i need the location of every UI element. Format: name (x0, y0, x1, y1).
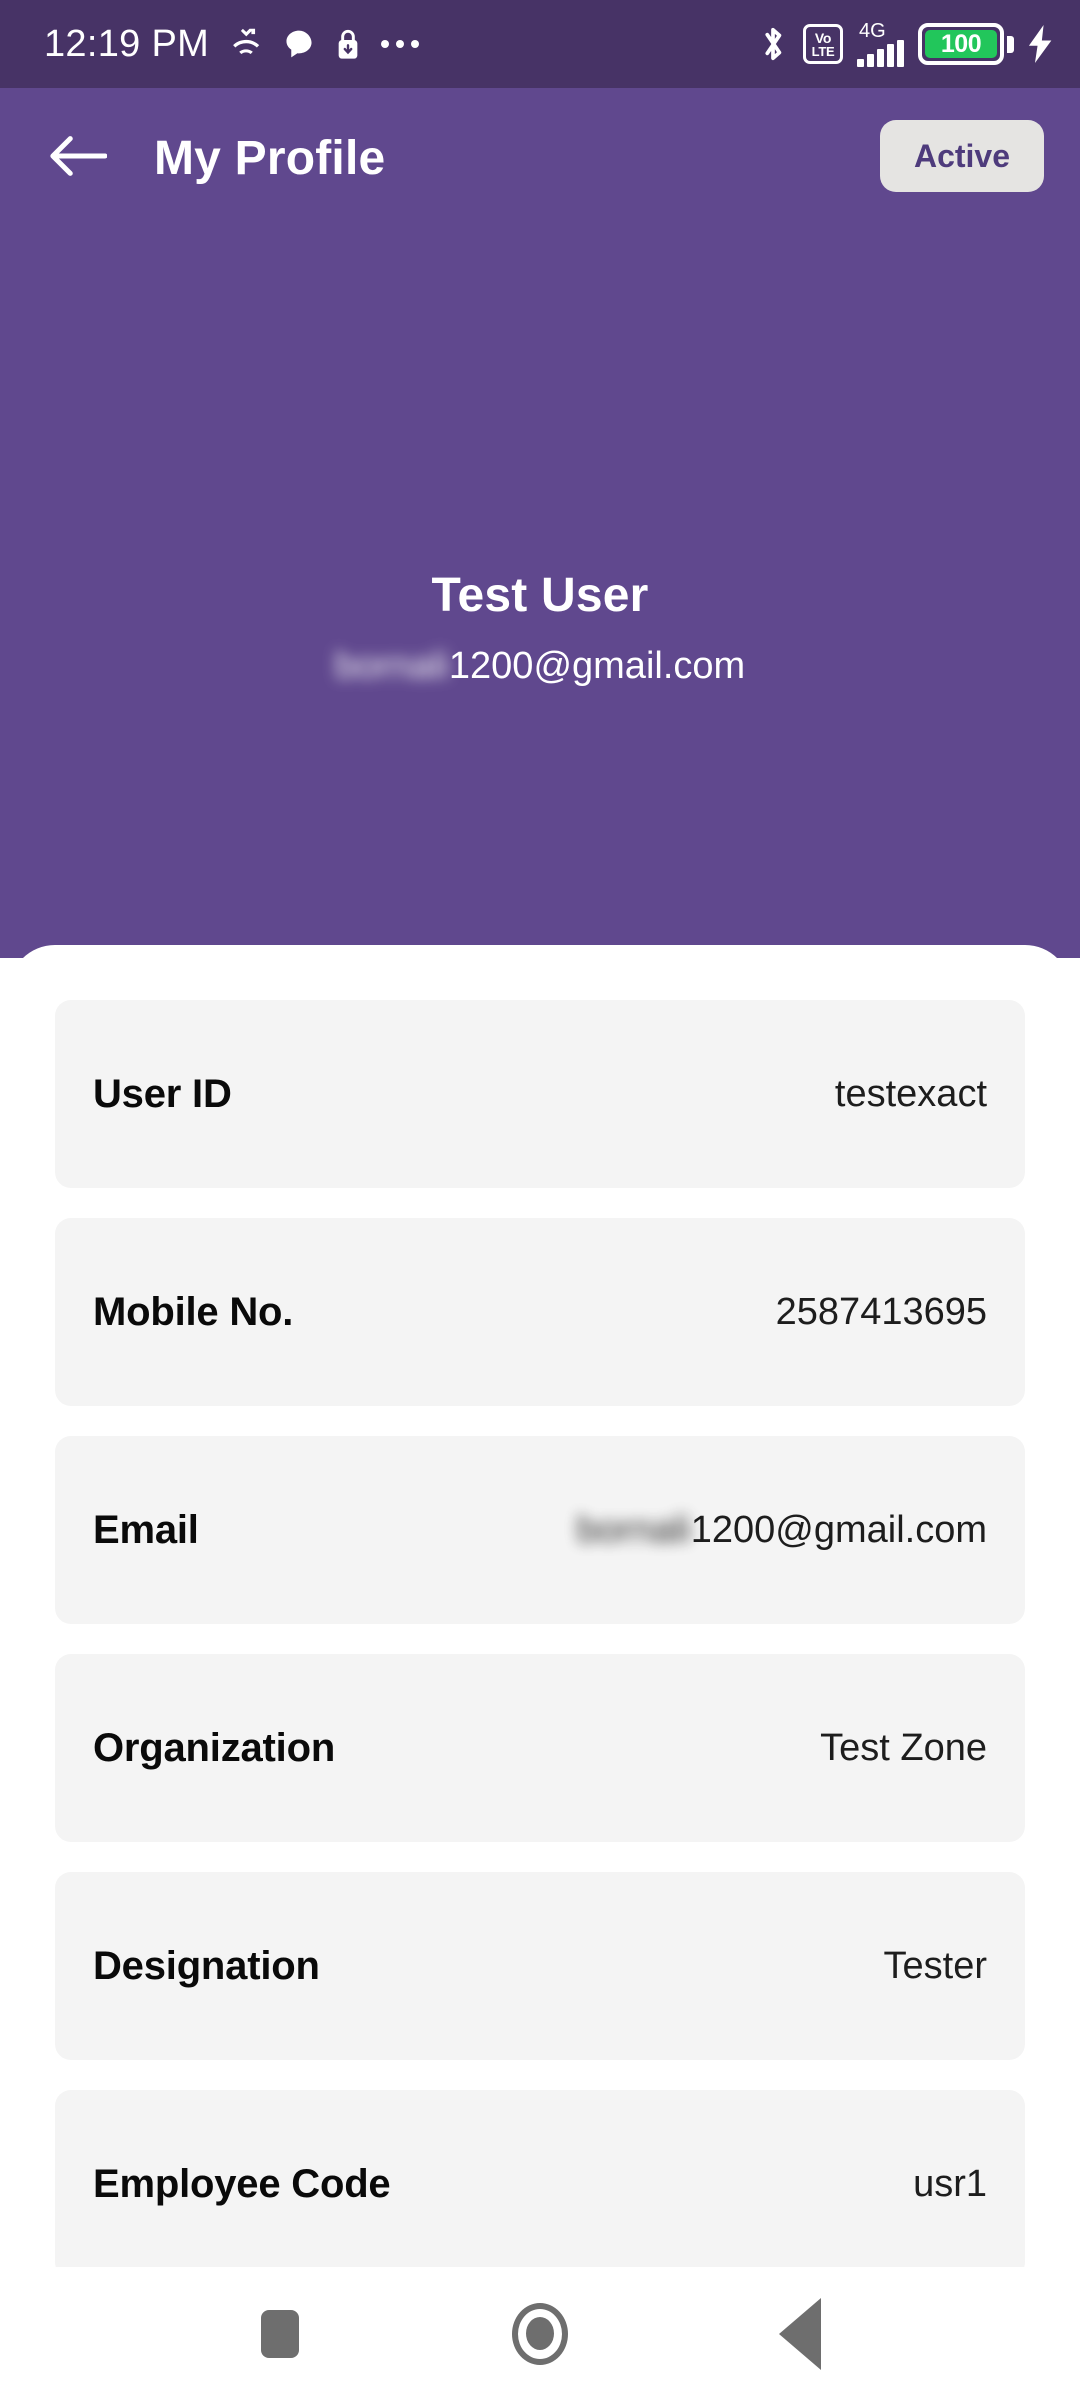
back-button[interactable] (38, 118, 118, 198)
detail-row: Mobile No. 2587413695 (55, 1218, 1025, 1406)
recents-button[interactable] (225, 2279, 335, 2389)
status-bar-left: 12:19 PM (44, 22, 420, 66)
detail-row-label: Employee Code (93, 2161, 391, 2206)
page-title: My Profile (154, 131, 386, 185)
overflow-dots-icon (381, 40, 420, 48)
profile-email-masked: bornali (334, 645, 449, 687)
detail-row-value: 2587413695 (775, 1290, 987, 1333)
detail-row-value: testexact (834, 1072, 987, 1115)
detail-row: User ID testexact (55, 1000, 1025, 1188)
chat-bubble-icon (283, 28, 315, 60)
circle-home-icon (512, 2302, 568, 2365)
status-bar-right: Vo LTE 4G 100 (757, 21, 1054, 67)
bluetooth-icon (757, 24, 789, 64)
profile-summary: Test User bornali 1200@gmail.com (0, 568, 1080, 688)
arrow-left-icon (49, 134, 108, 183)
missed-call-icon (229, 27, 263, 61)
detail-row: Email bornali 1200@gmail.com (55, 1436, 1025, 1624)
profile-email: bornali 1200@gmail.com (0, 645, 1080, 688)
network-4g-icon: 4G (857, 21, 904, 67)
status-bar: 12:19 PM Vo LTE 4G 100 (0, 0, 1080, 88)
status-badge[interactable]: Active (879, 120, 1044, 192)
android-navigation-bar (0, 2267, 1080, 2400)
detail-row-value-masked: bornali (576, 1508, 691, 1551)
detail-row-value-visible: 1200@gmail.com (690, 1508, 987, 1551)
app-bar: My Profile Active (0, 88, 1080, 228)
detail-row-value: usr1 (913, 2162, 987, 2205)
square-recents-icon (261, 2309, 299, 2358)
details-card-list: User ID testexact Mobile No. 2587413695 Emai… (9, 945, 1071, 2267)
detail-row-value: Test Zone (820, 1726, 987, 1769)
detail-row-label: Mobile No. (93, 1289, 294, 1334)
detail-row-label: Designation (93, 1943, 320, 1988)
charging-bolt-icon (1028, 25, 1054, 63)
detail-row: Employee Code usr1 (55, 2090, 1025, 2267)
profile-header: My Profile Active Test User bornali 1200@… (0, 88, 1080, 958)
triangle-back-icon (779, 2297, 821, 2370)
detail-row-label: Email (93, 1507, 199, 1552)
home-button[interactable] (485, 2279, 595, 2389)
detail-row-label: User ID (93, 1071, 232, 1116)
status-bar-clock: 12:19 PM (44, 22, 210, 65)
detail-row: Designation Tester (55, 1872, 1025, 2060)
lock-icon (335, 28, 361, 60)
battery-icon: 100 (918, 23, 1014, 65)
volte-icon: Vo LTE (803, 24, 843, 64)
detail-row-value: Tester (883, 1944, 987, 1987)
profile-name: Test User (431, 569, 649, 622)
details-sheet: User ID testexact Mobile No. 2587413695 Emai… (9, 945, 1071, 2267)
signal-bars-icon (857, 40, 904, 67)
detail-row-value: bornali 1200@gmail.com (577, 1509, 987, 1552)
phone-screen: 12:19 PM Vo LTE 4G 100 My Profile Active… (0, 0, 1080, 2400)
profile-email-visible: 1200@gmail.com (448, 645, 746, 687)
system-back-button[interactable] (745, 2279, 855, 2389)
battery-level-label: 100 (940, 29, 982, 58)
detail-row: Organization Test Zone (55, 1654, 1025, 1842)
detail-row-label: Organization (93, 1725, 336, 1770)
